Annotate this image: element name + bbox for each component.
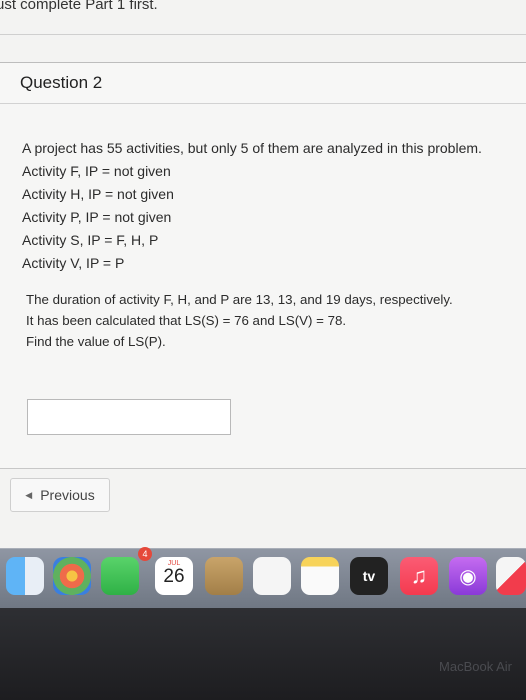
- ls-values-text: It has been calculated that LS(S) = 76 a…: [26, 313, 347, 328]
- reminders-icon[interactable]: [253, 557, 291, 595]
- question-title: Question 2: [20, 73, 103, 92]
- dock: 4 JUL 26 tv ♫ ◉: [0, 547, 526, 609]
- contacts-icon[interactable]: [205, 557, 243, 595]
- notes-icon[interactable]: [301, 557, 339, 595]
- facetime-badge: 4: [138, 547, 152, 561]
- find-text: Find the value of LS(P).: [26, 334, 166, 349]
- activity-p: Activity P, IP = not given: [22, 209, 172, 225]
- calendar-day: 26: [163, 566, 185, 587]
- device-label: MacBook Air: [439, 659, 512, 674]
- question-card: Question 2 A project has 55 activities, …: [0, 62, 526, 469]
- browser-viewport: ust complete Part 1 first. Question 2 A …: [0, 0, 526, 548]
- answer-input[interactable]: [27, 399, 231, 435]
- durations-text: The duration of activity F, H, and P are…: [26, 292, 453, 307]
- problem-details: The duration of activity F, H, and P are…: [26, 289, 516, 352]
- chevron-left-icon: ◀: [25, 489, 33, 500]
- calendar-icon[interactable]: JUL 26: [155, 557, 193, 595]
- previous-button[interactable]: ◀ Previous: [10, 478, 110, 512]
- activity-v: Activity V, IP = P: [22, 255, 125, 271]
- divider: [0, 34, 526, 35]
- question-header: Question 2: [0, 63, 526, 104]
- tv-label: tv: [362, 568, 376, 584]
- previous-label: Previous: [40, 487, 95, 503]
- activity-h: Activity H, IP = not given: [22, 186, 174, 202]
- facetime-icon[interactable]: [101, 557, 139, 595]
- laptop-bezel: [0, 608, 526, 700]
- music-icon[interactable]: ♫: [400, 557, 438, 595]
- finder-icon[interactable]: [6, 557, 44, 595]
- problem-intro: A project has 55 activities, but only 5 …: [22, 140, 482, 156]
- prerequisite-note: ust complete Part 1 first.: [0, 0, 158, 13]
- podcasts-icon[interactable]: ◉: [449, 557, 487, 595]
- apple-tv-icon[interactable]: tv: [350, 557, 388, 595]
- problem-statement: A project has 55 activities, but only 5 …: [22, 137, 526, 275]
- activity-s: Activity S, IP = F, H, P: [22, 232, 159, 248]
- news-icon[interactable]: [496, 557, 526, 595]
- photos-icon[interactable]: [53, 557, 91, 595]
- activity-f: Activity F, IP = not given: [22, 163, 171, 179]
